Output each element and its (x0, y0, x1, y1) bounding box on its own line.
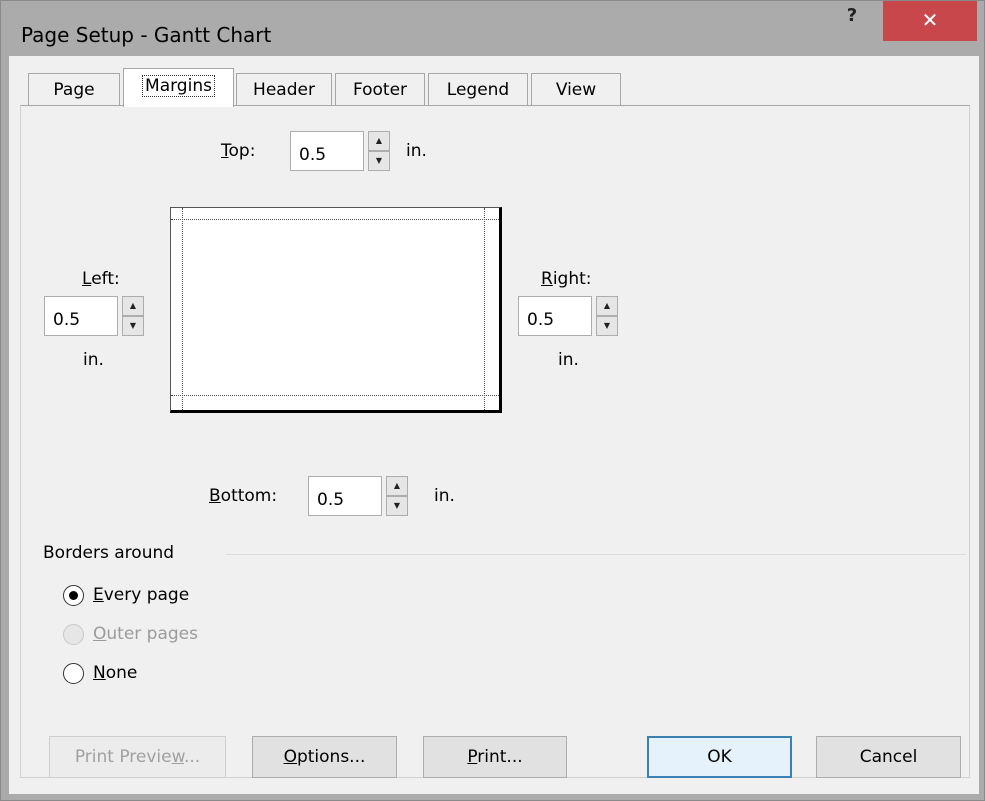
preview-bottom-margin-line (171, 395, 499, 396)
left-margin-label: Left: (82, 269, 120, 289)
borders-group-title: Borders around (43, 543, 175, 563)
print-label-text: rint... (477, 747, 523, 767)
bottom-margin-input[interactable] (308, 476, 382, 516)
bottom-spin-buttons: ▲ ▼ (386, 476, 408, 516)
title-bar: Page Setup - Gantt Chart ? ✕ (1, 1, 985, 47)
radio-outer-pages-label: Outer pages (93, 624, 198, 644)
tab-legend[interactable]: Legend (428, 73, 528, 106)
tab-page-label: Page (53, 80, 95, 100)
print-preview-button: Print Preview... (49, 736, 226, 778)
outer-pages-label-text: uter pages (106, 624, 198, 644)
bottom-margin-label: Bottom: (209, 486, 277, 506)
print-button[interactable]: Print... (423, 736, 567, 778)
top-spin-up-icon[interactable]: ▲ (368, 131, 390, 151)
right-spin-down-icon[interactable]: ▼ (596, 316, 618, 336)
margins-tab-page: Top: ▲ ▼ in. Left: ▲ ▼ in. (20, 105, 970, 778)
top-unit-label: in. (406, 141, 427, 161)
close-button[interactable]: ✕ (883, 1, 977, 41)
bottom-unit-label: in. (434, 486, 455, 506)
bottom-spin-up-icon[interactable]: ▲ (386, 476, 408, 496)
every-page-accel-key: E (93, 585, 104, 605)
top-margin-input[interactable] (290, 131, 364, 171)
tab-margins[interactable]: Margins (123, 68, 234, 107)
preview-top-margin-line (171, 219, 499, 220)
preview-left-margin-line (182, 208, 183, 410)
right-accel-key: R (541, 269, 553, 289)
tab-view-label: View (555, 80, 597, 100)
bottom-label-text: ottom: (220, 486, 278, 506)
print-preview-accel-key: w (171, 747, 184, 767)
tab-strip: Page Margins Header Footer Legend View (9, 56, 979, 107)
right-margin-input[interactable] (518, 296, 592, 336)
radio-outer-pages: Outer pages (63, 622, 263, 648)
tab-legend-label: Legend (446, 80, 510, 100)
dialog-client-area: Page Margins Header Footer Legend View T… (9, 56, 979, 794)
radio-none[interactable]: None (63, 661, 263, 687)
left-spin-buttons: ▲ ▼ (122, 296, 144, 336)
borders-group-divider (226, 554, 966, 555)
tab-footer-label: Footer (352, 80, 408, 100)
left-label-text: eft: (91, 269, 120, 289)
radio-none-circle[interactable] (63, 663, 84, 684)
bottom-spin-down-icon[interactable]: ▼ (386, 496, 408, 516)
right-label-text: ight: (552, 269, 592, 289)
top-label-text: op: (228, 141, 256, 161)
cancel-button[interactable]: Cancel (816, 736, 961, 778)
options-accel-key: O (283, 747, 297, 767)
bottom-margin-spinner: ▲ ▼ (308, 476, 408, 516)
left-spin-up-icon[interactable]: ▲ (122, 296, 144, 316)
right-unit-label: in. (558, 350, 579, 370)
radio-every-page-circle[interactable] (63, 585, 84, 606)
right-margin-label: Right: (541, 269, 592, 289)
tab-header[interactable]: Header (236, 73, 332, 106)
outer-pages-accel-key: O (93, 624, 107, 644)
radio-every-page[interactable]: Every page (63, 583, 263, 609)
print-preview-label-pre: Print Previe (74, 747, 172, 767)
tab-page[interactable]: Page (28, 73, 120, 106)
page-setup-dialog: Page Setup - Gantt Chart ? ✕ Page Margin… (0, 0, 985, 801)
help-button[interactable]: ? (823, 1, 881, 39)
right-spin-up-icon[interactable]: ▲ (596, 296, 618, 316)
top-spin-buttons: ▲ ▼ (368, 131, 390, 171)
top-spin-down-icon[interactable]: ▼ (368, 151, 390, 171)
tab-view[interactable]: View (531, 73, 621, 106)
options-button[interactable]: Options... (252, 736, 397, 778)
options-label-text: ptions... (296, 747, 366, 767)
right-spin-buttons: ▲ ▼ (596, 296, 618, 336)
tab-header-label: Header (253, 80, 315, 100)
print-accel-key: P (467, 747, 478, 767)
preview-right-margin-line (484, 208, 485, 410)
tab-margins-label: Margins (142, 75, 215, 97)
ok-button[interactable]: OK (647, 736, 792, 778)
none-accel-key: N (93, 663, 106, 683)
none-label-text: one (105, 663, 138, 683)
page-preview (170, 207, 502, 413)
dialog-title: Page Setup - Gantt Chart (21, 23, 272, 47)
top-accel-key: T (221, 141, 229, 161)
left-margin-input[interactable] (44, 296, 118, 336)
left-margin-spinner: ▲ ▼ (44, 296, 144, 336)
left-spin-down-icon[interactable]: ▼ (122, 316, 144, 336)
radio-none-label: None (93, 663, 137, 683)
radio-outer-pages-circle (63, 624, 84, 645)
bottom-accel-key: B (209, 486, 221, 506)
right-margin-spinner: ▲ ▼ (518, 296, 618, 336)
top-margin-spinner: ▲ ▼ (290, 131, 390, 171)
print-preview-label-post: ... (183, 747, 201, 767)
every-page-label-text: very page (103, 585, 190, 605)
left-accel-key: L (82, 269, 92, 289)
tab-footer[interactable]: Footer (335, 73, 425, 106)
left-unit-label: in. (83, 350, 104, 370)
radio-every-page-label: Every page (93, 585, 189, 605)
top-margin-label: Top: (221, 141, 255, 161)
